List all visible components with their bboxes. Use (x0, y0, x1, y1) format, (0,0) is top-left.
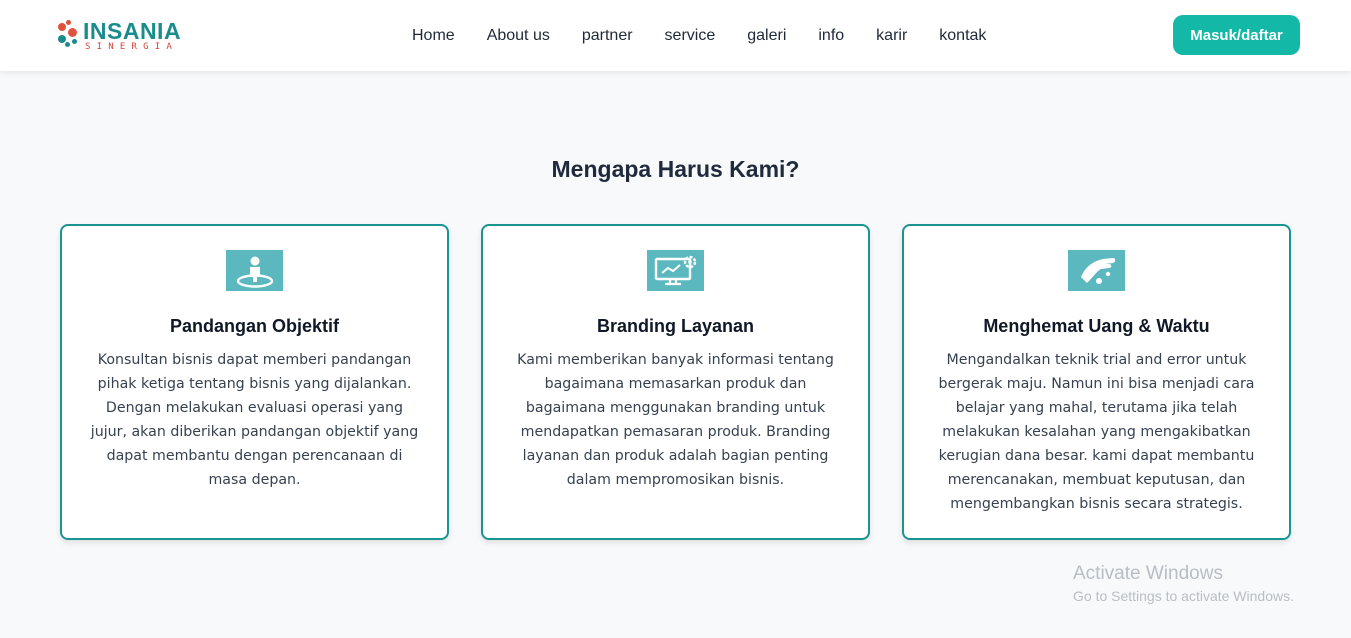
main-nav: Home About us partner service galeri inf… (408, 24, 1014, 48)
nav-link-home[interactable]: Home (408, 24, 459, 48)
section-title: Mengapa Harus Kami? (551, 156, 800, 182)
card-description: Mengandalkan teknik trial and error untu… (938, 352, 1255, 512)
feature-card-branding: Branding Layanan Kami memberikan banyak … (481, 224, 870, 540)
logo-dots-icon (56, 20, 82, 50)
logo-text: INSANIA (83, 18, 182, 44)
watermark-title: Activate Windows (1073, 563, 1223, 584)
card-title: Pandangan Objektif (169, 316, 340, 336)
brand-logo[interactable]: INSANIA SINERGIA (56, 18, 186, 54)
why-us-section: Mengapa Harus Kami? Pandangan Objektif K… (0, 88, 1351, 638)
nav-link-service[interactable]: service (661, 24, 720, 48)
nav-link-info[interactable]: info (814, 24, 848, 48)
watermark-subtitle: Go to Settings to activate Windows. (1073, 588, 1294, 604)
nav-link-galeri[interactable]: galeri (743, 24, 790, 48)
feature-card-objective: Pandangan Objektif Konsultan bisnis dapa… (60, 224, 449, 540)
monitor-gear-icon (647, 250, 704, 291)
navbar: INSANIA SINERGIA Home About us partner s… (0, 0, 1351, 71)
nav-link-karir[interactable]: karir (872, 24, 911, 48)
nav-link-kontak[interactable]: kontak (935, 24, 990, 48)
card-description: Konsultan bisnis dapat memberi pandangan… (90, 352, 419, 488)
logo-subtext: SINERGIA (85, 42, 178, 52)
hand-coin-icon (1068, 250, 1125, 291)
windows-activation-watermark: Activate Windows Go to Settings to activ… (1073, 563, 1343, 607)
nav-link-about-us[interactable]: About us (483, 24, 554, 48)
card-description: Kami memberikan banyak informasi tentang… (517, 352, 834, 488)
person-target-icon (226, 250, 283, 291)
nav-link-partner[interactable]: partner (578, 24, 637, 48)
card-title: Branding Layanan (596, 316, 755, 336)
login-register-button[interactable]: Masuk/daftar (1173, 15, 1300, 55)
feature-card-save-money: Menghemat Uang & Waktu Mengandalkan tekn… (902, 224, 1291, 540)
card-title: Menghemat Uang & Waktu (983, 316, 1210, 336)
